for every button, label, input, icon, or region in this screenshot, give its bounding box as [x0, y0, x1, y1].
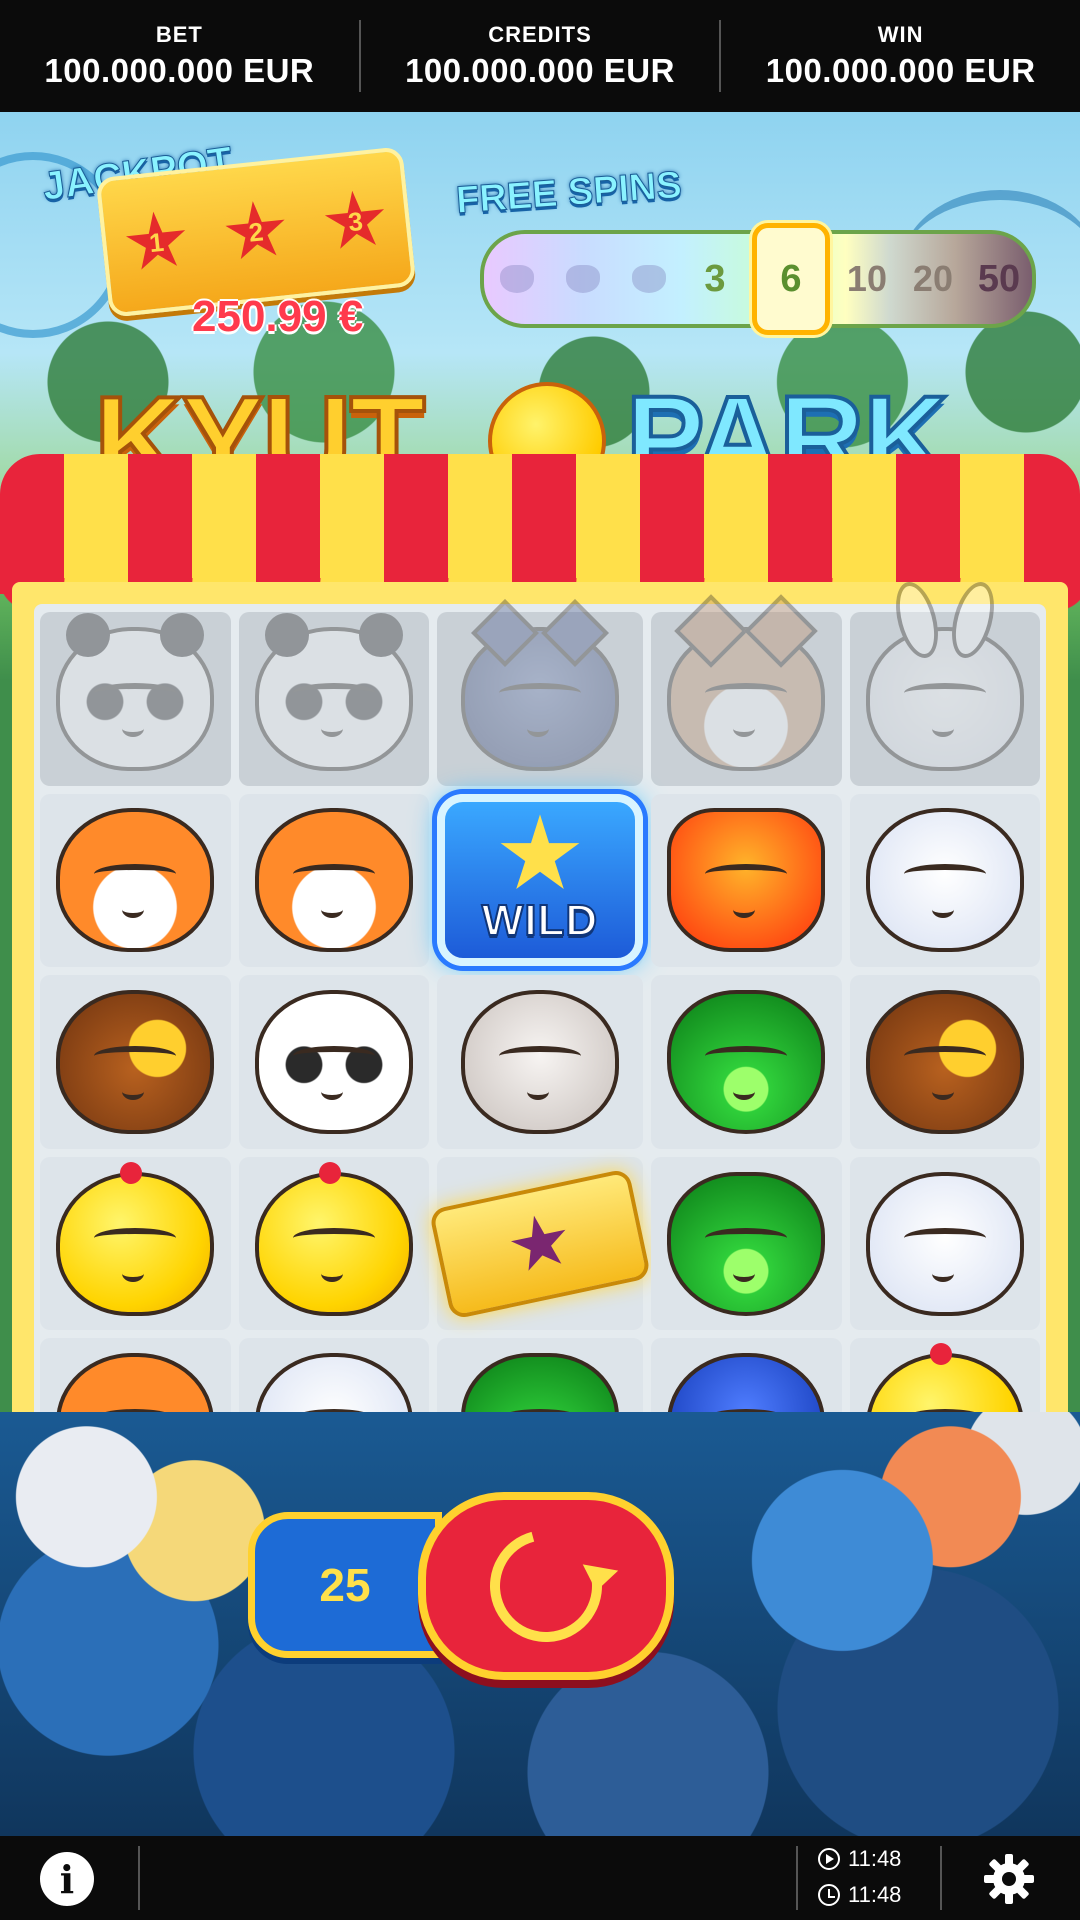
jackpot-star-3: 3: [321, 187, 389, 255]
free-spins-step: 20: [912, 258, 953, 299]
wild-label: WILD: [481, 895, 599, 946]
reel-cell: [238, 612, 429, 786]
star-icon: [500, 814, 580, 890]
wolf-symbol-icon: [865, 989, 1024, 1134]
free-spins-track: 3 6 10 20 50: [480, 223, 1036, 335]
ticket-symbol-icon: [428, 1167, 652, 1320]
reel-grid: WILD: [40, 612, 1040, 1512]
session-time: 11:48: [818, 1846, 901, 1872]
mouse-symbol-icon: [459, 969, 621, 1134]
divider: [940, 1846, 942, 1910]
free-spins-step: 10: [846, 258, 887, 299]
spin-icon: [469, 1509, 623, 1663]
bet-label: BET: [155, 22, 203, 47]
reel-cell: [40, 975, 231, 1149]
free-spins-title: FREE SPINS: [454, 164, 684, 223]
reel-cell: [437, 969, 643, 1149]
reel-cell: [437, 612, 643, 786]
blue-cat-symbol-icon: [461, 626, 619, 771]
fox-symbol-icon: [254, 808, 413, 953]
reel-cell: [651, 612, 842, 786]
wild-symbol: WILD: [437, 794, 643, 967]
wolf-symbol-icon: [56, 989, 215, 1134]
striped-awning: [0, 454, 1080, 594]
reel-cell: [428, 1156, 652, 1331]
chick-symbol-icon: [254, 1161, 413, 1316]
info-button[interactable]: i: [40, 1852, 94, 1906]
bet-display: BET 100.000.000 EUR: [0, 22, 359, 90]
credits-display: CREDITS 100.000.000 EUR: [361, 22, 720, 90]
clock-icon: [818, 1884, 840, 1906]
free-spins-cat-face-icon: [616, 244, 682, 314]
jackpot-star-1: 1: [122, 208, 190, 276]
bet-lines-button[interactable]: 25: [248, 1512, 442, 1658]
win-label: WIN: [877, 22, 924, 47]
star-icon: [506, 1209, 575, 1278]
reel-cell: [651, 971, 842, 1149]
win-display: WIN 100.000.000 EUR: [721, 22, 1080, 90]
top-status-bar: BET 100.000.000 EUR CREDITS 100.000.000 …: [0, 0, 1080, 112]
jackpot-amount: 250.99 €: [192, 292, 364, 341]
reel-cell: [849, 1156, 1040, 1331]
reel-cell: [849, 612, 1040, 786]
panda-symbol-icon: [56, 612, 215, 771]
bunny-symbol-icon: [865, 808, 1024, 953]
win-value: 100.000.000 EUR: [765, 52, 1036, 89]
credits-label: CREDITS: [488, 22, 592, 47]
credits-value: 100.000.000 EUR: [405, 52, 675, 89]
panda-symbol-icon: [254, 612, 413, 771]
divider: [138, 1846, 140, 1910]
clock-value: 11:48: [848, 1882, 902, 1907]
free-spins-step-active: 6: [752, 223, 830, 335]
reel-cell: [651, 1153, 842, 1331]
free-spins-cat-face-icon: [484, 244, 550, 314]
bottom-bar: i 11:48 11:48: [0, 1836, 1080, 1920]
divider: [796, 1846, 798, 1910]
frog-symbol-icon: [667, 1153, 826, 1316]
spin-button[interactable]: [418, 1492, 674, 1680]
bunny-symbol-icon: [865, 1171, 1024, 1316]
free-spins-step: 50: [977, 257, 1021, 300]
reel-cell: [40, 793, 231, 968]
reel-cell: [40, 612, 231, 786]
reel-cell: [849, 975, 1040, 1149]
reel-cell: [238, 975, 429, 1149]
session-time-value: 11:48: [848, 1846, 902, 1871]
jackpot-star-2: 2: [222, 198, 290, 266]
panda-symbol-icon: [254, 975, 413, 1134]
free-spins-step: 3: [704, 257, 726, 300]
bunny-symbol-icon: [865, 626, 1024, 771]
settings-gear-icon[interactable]: [982, 1852, 1036, 1906]
frog-symbol-icon: [667, 971, 826, 1134]
fox-symbol-icon: [667, 626, 826, 771]
reel-cell: [849, 793, 1040, 968]
reel-cell: WILD: [437, 793, 643, 968]
free-spins-cat-face-icon: [550, 244, 616, 314]
reel-cell: [651, 782, 842, 968]
reel-cell: [238, 1156, 429, 1331]
fox-symbol-icon: [56, 808, 215, 953]
reel-cell: [40, 1156, 231, 1331]
chick-symbol-icon: [56, 1161, 215, 1316]
clock: 11:48: [818, 1882, 901, 1908]
reel-cell: [238, 793, 429, 968]
bet-value: 100.000.000 EUR: [44, 52, 315, 89]
dragon-symbol-icon: [667, 782, 826, 953]
play-time-icon: [818, 1848, 840, 1870]
